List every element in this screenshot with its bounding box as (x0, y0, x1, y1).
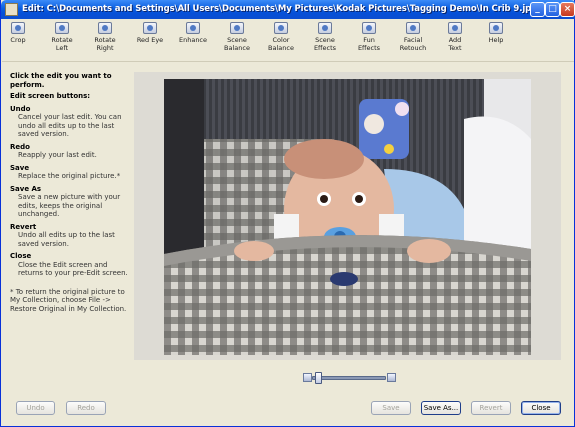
enhance-icon (186, 22, 200, 34)
edit-toolbar: Crop Rotate Left Rotate Right Red Eye En… (2, 19, 574, 62)
tool-scene-balance[interactable]: Scene Balance (217, 22, 257, 52)
close-description: Close the Edit screen and returns to you… (18, 260, 128, 278)
tool-label: Rotate Right (94, 36, 116, 52)
revert-term: Revert (10, 222, 37, 231)
tool-enhance[interactable]: Enhance (173, 22, 213, 44)
window-title: Edit: C:\Documents and Settings\All User… (22, 4, 538, 14)
zoom-thumb[interactable] (315, 372, 323, 384)
close-window-button[interactable]: × (560, 2, 575, 17)
tool-crop[interactable]: Crop (0, 22, 38, 44)
maximize-button[interactable]: □ (545, 2, 560, 17)
tool-scene-effects[interactable]: Scene Effects (305, 22, 345, 52)
tool-help[interactable]: Help (476, 22, 516, 44)
tool-fun-effects[interactable]: Fun Effects (349, 22, 389, 52)
tool-label: Scene Effects (313, 36, 337, 52)
redo-description: Reapply your last edit. (18, 151, 97, 159)
save-as-description: Save a new picture with your edits, keep… (18, 193, 121, 218)
tool-label: Color Balance (268, 36, 294, 52)
tool-label: Crop (10, 36, 26, 44)
zoom-track[interactable] (312, 376, 386, 380)
close-term: Close (10, 252, 32, 260)
save-button[interactable]: Save (371, 401, 411, 415)
red-eye-icon (143, 22, 157, 34)
undo-button[interactable]: Undo (16, 401, 55, 415)
revert-description: Undo all edits up to the last saved vers… (18, 231, 115, 248)
instructions-panel: Click the edit you want to perform. Edit… (10, 72, 128, 313)
crop-icon (11, 22, 25, 34)
help-icon (489, 22, 503, 34)
color-balance-icon (274, 22, 288, 34)
scene-balance-icon (230, 22, 244, 34)
rotate-left-icon (55, 22, 69, 34)
tool-label: Enhance (178, 36, 208, 44)
tool-label: Facial Retouch (399, 36, 427, 52)
revert-button[interactable]: Revert (471, 401, 511, 415)
restore-note: * To return the original picture to My C… (10, 287, 127, 313)
title-bar[interactable]: Edit: C:\Documents and Settings\All User… (1, 0, 575, 19)
zoom-slider[interactable] (303, 372, 396, 384)
photo-preview[interactable] (164, 79, 531, 355)
minimize-button[interactable]: _ (530, 2, 545, 17)
add-text-icon (448, 22, 462, 34)
instructions-subheading: Edit screen buttons: (10, 92, 91, 100)
tool-add-text[interactable]: Add Text (435, 22, 475, 52)
tool-rotate-right[interactable]: Rotate Right (85, 22, 125, 52)
close-button[interactable]: Close (521, 401, 561, 415)
tool-label: Scene Balance (224, 36, 250, 52)
save-as-button[interactable]: Save As... (421, 401, 461, 415)
edit-window: Edit: C:\Documents and Settings\All User… (0, 0, 575, 427)
undo-term: Undo (10, 104, 31, 113)
tool-label: Red Eye (136, 36, 164, 44)
tool-red-eye[interactable]: Red Eye (130, 22, 170, 44)
redo-button[interactable]: Redo (66, 401, 106, 415)
photo-preview-pane (134, 72, 561, 360)
baby-in-crib-photo (164, 79, 531, 355)
instructions-heading: Click the edit you want to perform. (10, 72, 112, 89)
save-term: Save (10, 163, 30, 172)
tool-label: Fun Effects (357, 36, 381, 52)
tool-color-balance[interactable]: Color Balance (261, 22, 301, 52)
zoom-out-button[interactable] (303, 373, 312, 382)
app-icon (5, 3, 18, 16)
zoom-in-button[interactable] (387, 373, 396, 382)
facial-retouch-icon (406, 22, 420, 34)
tool-rotate-left[interactable]: Rotate Left (42, 22, 82, 52)
scene-effects-icon (318, 22, 332, 34)
save-as-term: Save As (10, 184, 42, 193)
tool-label: Rotate Left (51, 36, 73, 52)
redo-term: Redo (10, 142, 30, 151)
tool-facial-retouch[interactable]: Facial Retouch (393, 22, 433, 52)
fun-effects-icon (362, 22, 376, 34)
rotate-right-icon (98, 22, 112, 34)
save-description: Replace the original picture.* (18, 172, 121, 180)
tool-label: Add Text (448, 36, 462, 52)
tool-label: Help (488, 36, 504, 44)
undo-description: Cancel your last edit. You can undo all … (18, 113, 122, 138)
